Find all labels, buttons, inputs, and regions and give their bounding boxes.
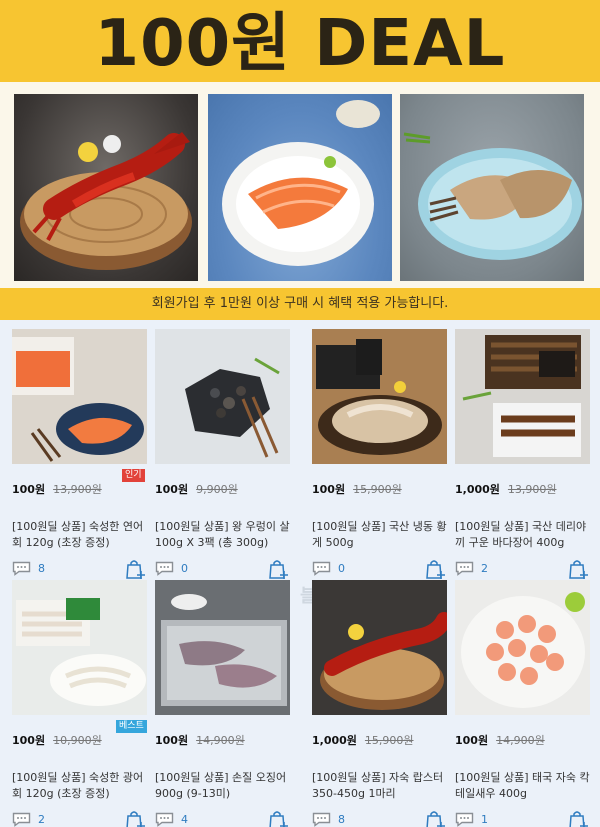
add-to-cart-icon[interactable] (124, 809, 146, 827)
add-to-cart-icon[interactable] (567, 809, 589, 827)
card-actions: 0 (312, 558, 452, 582)
sale-price: 100원 (455, 734, 489, 747)
product-name[interactable]: [100원딜 상품] 태국 자숙 칵테일새우 400g (455, 770, 595, 802)
price-row: 100원 15,900원 (312, 481, 452, 499)
card-actions: 4 (155, 809, 295, 827)
price-row: 100원 9,900원 (155, 481, 295, 499)
dried-squid-photo (400, 94, 584, 281)
original-price: 13,900원 (507, 483, 557, 496)
card-actions: 2 (455, 558, 595, 582)
card-actions: 8 (12, 558, 152, 582)
original-price: 14,900원 (196, 734, 245, 747)
product-name[interactable]: [100원딜 상품] 자숙 랍스터 350-450g 1마리 (312, 770, 452, 802)
add-to-cart-icon[interactable] (424, 809, 446, 827)
product-name[interactable]: [100원딜 상품] 손질 오징어 900g (9-13미) (155, 770, 295, 802)
chat-bubble-icon[interactable] (12, 561, 31, 576)
add-to-cart-icon[interactable] (567, 558, 589, 580)
product-name[interactable]: [100원딜 상품] 왕 우렁이 살 100g X 3팩 (총 300g) (155, 519, 295, 551)
original-price: 14,900원 (496, 734, 545, 747)
add-to-cart-icon[interactable] (267, 809, 289, 827)
original-price: 13,900원 (53, 483, 102, 496)
product-name[interactable]: [100원딜 상품] 숙성한 연어회 120g (초장 증정) (12, 519, 152, 551)
price-row: 100원 14,900원 (155, 732, 295, 750)
add-to-cart-icon[interactable] (424, 558, 446, 580)
chat-bubble-icon[interactable] (455, 561, 474, 576)
chat-bubble-icon[interactable] (455, 812, 474, 827)
review-count: 2 (38, 813, 45, 826)
review-count: 1 (481, 813, 488, 826)
original-price: 15,900원 (353, 483, 402, 496)
product-name[interactable]: [100원딜 상품] 숙성한 광어회 120g (초장 증정) (12, 770, 152, 802)
review-count: 0 (181, 562, 188, 575)
product-grid: 마켓촌 블로그 인기 100원 13,900원 [100원딜 상품] 숙성한 연어회 … (0, 320, 600, 827)
review-count: 4 (181, 813, 188, 826)
banner-note: 회원가입 후 1만원 이상 구매 시 혜택 적용 가능합니다. (151, 296, 449, 311)
promo-banner: 100원 DEAL 회원가입 후 1만원 이상 구매 시 혜택 적용 가능합니다… (0, 0, 600, 320)
original-price: 9,900원 (196, 483, 238, 496)
product-thumbnail[interactable] (312, 580, 447, 715)
review-count: 2 (481, 562, 488, 575)
chat-bubble-icon[interactable] (312, 561, 331, 576)
review-count: 8 (38, 562, 45, 575)
product-thumbnail[interactable] (155, 329, 290, 464)
original-price: 15,900원 (364, 734, 414, 747)
price-row: 100원 13,900원 (12, 481, 152, 499)
salmon-sashimi-photo (208, 94, 392, 281)
chat-bubble-icon[interactable] (155, 812, 174, 827)
card-actions: 2 (12, 809, 152, 827)
price-row: 100원 10,900원 (12, 732, 152, 750)
add-to-cart-icon[interactable] (124, 558, 146, 580)
card-actions: 0 (155, 558, 295, 582)
add-to-cart-icon[interactable] (267, 558, 289, 580)
sale-price: 100원 (155, 483, 189, 496)
sale-price: 100원 (12, 483, 46, 496)
card-actions: 8 (312, 809, 452, 827)
sale-price: 100원 (155, 734, 189, 747)
sale-price: 1,000원 (455, 483, 500, 496)
product-thumbnail[interactable] (455, 329, 590, 464)
review-count: 0 (338, 562, 345, 575)
price-row: 1,000원 15,900원 (312, 732, 452, 750)
sale-price: 100원 (12, 734, 46, 747)
sale-price: 100원 (312, 483, 346, 496)
original-price: 10,900원 (53, 734, 102, 747)
chat-bubble-icon[interactable] (155, 561, 174, 576)
product-thumbnail[interactable] (12, 580, 147, 715)
banner-title: 100원 DEAL (94, 7, 506, 81)
chat-bubble-icon[interactable] (12, 812, 31, 827)
product-name[interactable]: [100원딜 상품] 국산 데리야끼 구운 바다장어 400g (455, 519, 595, 551)
chat-bubble-icon[interactable] (312, 812, 331, 827)
product-thumbnail[interactable] (312, 329, 447, 464)
product-thumbnail[interactable] (455, 580, 590, 715)
sale-price: 1,000원 (312, 734, 357, 747)
price-row: 1,000원 13,900원 (455, 481, 595, 499)
card-actions: 1 (455, 809, 595, 827)
product-name[interactable]: [100원딜 상품] 국산 냉동 황게 500g (312, 519, 452, 551)
review-count: 8 (338, 813, 345, 826)
lobster-photo (14, 94, 198, 281)
product-thumbnail[interactable] (12, 329, 147, 464)
product-thumbnail[interactable] (155, 580, 290, 715)
price-row: 100원 14,900원 (455, 732, 595, 750)
